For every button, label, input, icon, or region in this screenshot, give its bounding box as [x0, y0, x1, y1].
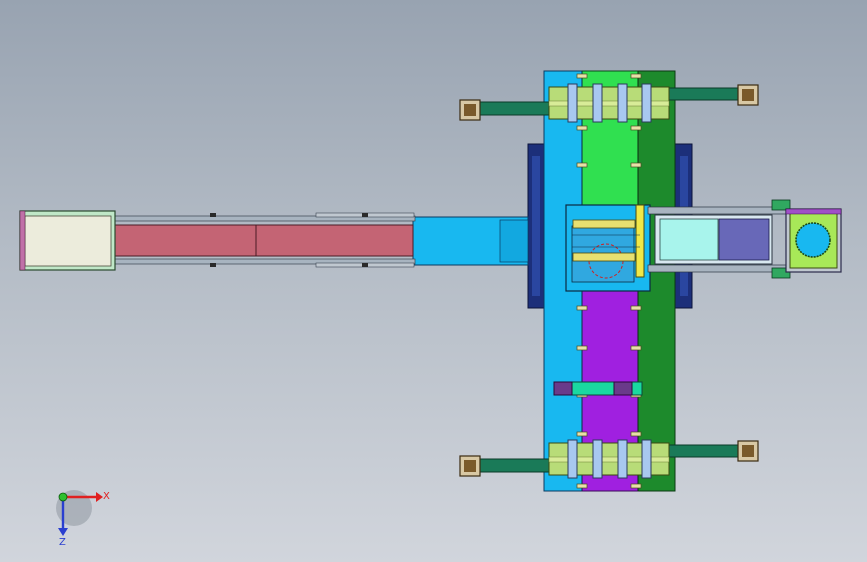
arm-rose-slide-outer [112, 224, 257, 257]
head-face [24, 215, 112, 267]
lower-left-arm [475, 458, 552, 473]
upper-clamp-assembly [459, 83, 759, 123]
end-effector-head [19, 210, 116, 271]
arm-stud [210, 263, 216, 267]
bolt [576, 431, 588, 437]
x-axis-arrow-icon [96, 492, 103, 502]
coordinate-triad: X Z [56, 490, 110, 548]
mech-cylinder-top [572, 219, 636, 229]
bolt [630, 431, 642, 437]
arm-stud [362, 263, 368, 267]
arm-stud [362, 213, 368, 217]
gripper-rail-top [647, 206, 789, 215]
gripper-mint-block [659, 218, 719, 261]
mech-cylinder-bottom [572, 252, 636, 262]
gripper-cup-icon [795, 222, 831, 258]
upper-clamp-ring [617, 83, 628, 123]
gripper-rail-bottom [647, 264, 789, 273]
upper-left-pad-inner [464, 104, 476, 116]
z-axis-arrow-icon [58, 528, 68, 536]
bolt [630, 305, 642, 311]
slider-end-left [553, 381, 573, 396]
bolt [630, 162, 642, 168]
bolt [576, 125, 588, 131]
triad-origin-icon [58, 492, 68, 502]
guide-slider-block [553, 381, 643, 396]
right-gripper-assembly [647, 199, 842, 279]
bolt [576, 305, 588, 311]
upper-clamp-ring [592, 83, 603, 123]
upper-left-arm [475, 101, 552, 116]
bolt [630, 483, 642, 489]
upper-clamp-ring [567, 83, 578, 123]
arm-stud [210, 213, 216, 217]
mech-post [635, 204, 645, 278]
arm-cyan-inner [499, 219, 529, 263]
bolt [576, 73, 588, 79]
lower-clamp-ring [617, 439, 628, 479]
slider-end-right [613, 381, 633, 396]
bolt [630, 125, 642, 131]
lower-clamp-ring [641, 439, 652, 479]
bolt [630, 345, 642, 351]
bolt [630, 73, 642, 79]
lower-clamp-ring [592, 439, 603, 479]
lower-left-pad-inner [464, 460, 476, 472]
left-housing-inner [532, 156, 540, 296]
lower-right-arm [667, 444, 741, 458]
bolt [576, 483, 588, 489]
head-left-edge [19, 210, 26, 271]
bolt [576, 345, 588, 351]
x-axis-label: X [103, 491, 110, 502]
upper-clamp-ring [641, 83, 652, 123]
upper-right-arm [667, 87, 741, 101]
central-mechanism [565, 204, 651, 292]
lower-clamp-assembly [459, 439, 759, 479]
z-axis-label: Z [59, 537, 66, 548]
lower-right-pad-inner [742, 445, 754, 457]
gripper-lavender-block [718, 218, 770, 261]
arm-rose-slide-inner [255, 224, 414, 257]
gripper-jaw-edge [785, 208, 842, 215]
cad-viewport[interactable]: X Z [0, 0, 867, 562]
bolt [576, 162, 588, 168]
lower-clamp-ring [567, 439, 578, 479]
upper-right-pad-inner [742, 89, 754, 101]
telescoping-arm [112, 212, 529, 268]
